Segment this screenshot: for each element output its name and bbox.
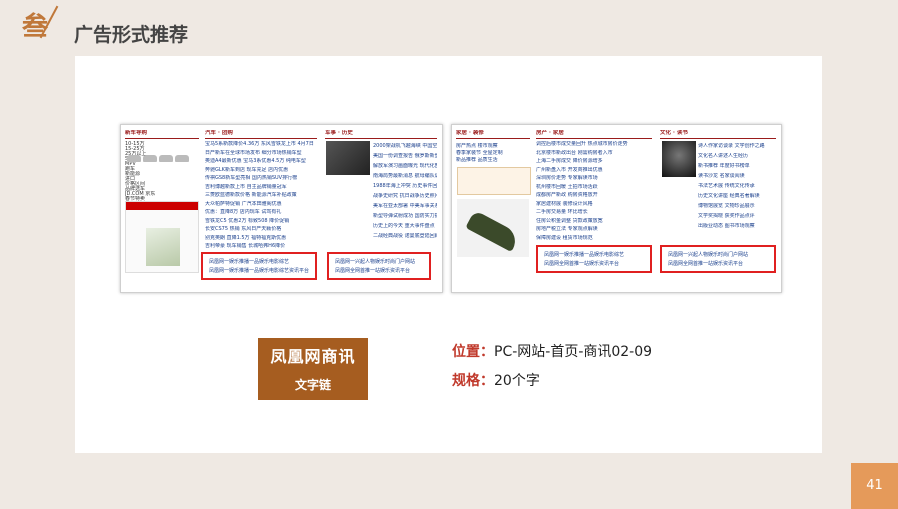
position-label: 位置： bbox=[452, 344, 494, 360]
col1-heading: 家居 · 装修 bbox=[456, 130, 484, 136]
spec-label: 规格： bbox=[452, 373, 494, 389]
col2-divider bbox=[205, 138, 317, 139]
news-headline-link[interactable]: 传祺GS8新车型亮相 国内热销SUV排行榜 bbox=[205, 175, 317, 182]
col3-heading: 军事 · 历史 bbox=[325, 130, 353, 136]
news-headline-link[interactable]: 书法艺术展 传统文化传承 bbox=[698, 183, 776, 190]
news-headline-link[interactable]: 读书沙龙 名家谈阅读 bbox=[698, 173, 776, 180]
ad-highlight-box: 凤凰网一娱乐推播一品娱乐电影综艺 凤凰网一娱乐推播一品娱乐电影综艺资讯平台 bbox=[201, 252, 317, 280]
col3-heading: 文化 · 读书 bbox=[660, 130, 688, 136]
slide-header: 叁 广告形式推荐 bbox=[0, 0, 898, 48]
news-headline-link[interactable]: 深圳房价走势 专家解读市场 bbox=[536, 175, 652, 182]
col1-divider bbox=[456, 138, 530, 139]
news-thumbnail bbox=[326, 141, 370, 175]
news-headline-link[interactable]: 三菱欧蓝德新款价格 新能源汽车补贴政策 bbox=[205, 192, 317, 199]
car-icon bbox=[127, 155, 141, 162]
website-screenshot-right: 家居 · 装修 房产热点 楼市观察 春季家装节 全屋定制 新品推荐 品质生活 房产 … bbox=[451, 124, 782, 293]
news-headline-link[interactable]: 博物馆展览 文物珍品展示 bbox=[698, 203, 776, 210]
car-icon bbox=[143, 155, 157, 162]
news-headline-link[interactable]: 家居建材展 装修设计风格 bbox=[536, 201, 652, 208]
news-headline-link[interactable]: 新型导弹试射成功 国防实力提升 bbox=[373, 213, 437, 220]
col2-divider bbox=[536, 138, 652, 139]
ad-highlight-box: 凤凰网一娱乐推播一品娱乐电影综艺 凤凰网全网首推一站娱乐资讯平台 bbox=[536, 245, 652, 273]
news-headline-link[interactable]: 南海局势最新消息 航母编队训练 bbox=[373, 173, 437, 180]
news-headline-link[interactable]: 新书推荐 年度好书榜单 bbox=[698, 163, 776, 170]
content-panel: 新车导购 10-15万15-25万25万以上SUVMPV跑车新能源进口价格区间品… bbox=[75, 56, 822, 453]
spec-value: 20个字 bbox=[494, 373, 540, 389]
news-headline-link[interactable]: 诗人作家访谈录 文学创作之路 bbox=[698, 143, 776, 150]
col3-divider bbox=[660, 138, 776, 139]
news-headline-link[interactable]: 出版业动态 图书市场观察 bbox=[698, 223, 776, 230]
page-number: 41 bbox=[851, 463, 898, 509]
section-title: 广告形式推荐 bbox=[74, 24, 189, 46]
news-headline-link[interactable]: 二手房交易量 环比增长 bbox=[536, 209, 652, 216]
news-headline-link[interactable]: 历史文化讲座 经典名著解读 bbox=[698, 193, 776, 200]
shoe-picture bbox=[465, 209, 521, 253]
news-headline-link[interactable]: 房产热点 楼市观察 bbox=[456, 143, 530, 150]
promo-image bbox=[125, 201, 199, 273]
position-value: PC-网站-首页-商讯02-09 bbox=[494, 344, 653, 360]
news-headline-link[interactable]: 别克英朗 直降1.5万 福特福克斯优惠 bbox=[205, 235, 317, 242]
news-headline-link[interactable]: 上海二手房成交 降价房源增多 bbox=[536, 158, 652, 165]
ad-text-link[interactable]: 凤凰网一兴起人物娱乐时尚门户网站 bbox=[668, 251, 748, 258]
news-headline-link[interactable]: 长安CS75 热销 东风日产天籁价格 bbox=[205, 226, 317, 233]
ad-text-link[interactable]: 凤凰网一娱乐推播一品娱乐电影综艺资讯平台 bbox=[209, 267, 309, 274]
jd-banner bbox=[126, 202, 198, 210]
news-headline-link[interactable]: 雪铁龙C5 优惠2万 标致508 降价促销 bbox=[205, 218, 317, 225]
ad-text-link[interactable]: 凤凰网一娱乐推播一品娱乐电影综艺 bbox=[209, 258, 289, 265]
position-info: 位置：PC-网站-首页-商讯02-09 bbox=[452, 341, 652, 361]
news-headline-link[interactable]: 2000架战机飞越海峡 中国空军展示实力 bbox=[373, 143, 437, 150]
car-icon bbox=[159, 155, 173, 162]
news-headline-link[interactable]: 保障房建设 租赁市场规范 bbox=[536, 235, 652, 242]
product-image bbox=[457, 199, 529, 257]
news-headline-link[interactable]: 1988年海上冲突 历史事件回顾 bbox=[373, 183, 437, 190]
news-headline-link[interactable]: 宝马5系新款降价4.36万 东风雪铁龙上市 4月7日 bbox=[205, 141, 317, 148]
badge-title: 凤凰网商讯 bbox=[270, 347, 356, 366]
news-headline-link[interactable]: 广州新盘入市 开发商推出优惠 bbox=[536, 167, 652, 174]
car-icon bbox=[175, 155, 189, 162]
col3-divider bbox=[325, 138, 437, 139]
news-headline-link[interactable]: 文学奖揭晓 获奖作品点评 bbox=[698, 213, 776, 220]
news-headline-link[interactable]: 解放军演习画面曝光 现代化部队建设 bbox=[373, 163, 437, 170]
news-headline-link[interactable]: 成都房产新政 购房资格放开 bbox=[536, 192, 652, 199]
news-headline-link[interactable]: 战争史研究 抗日战争历史照片 bbox=[373, 193, 437, 200]
news-headline-link[interactable]: 住房公积金调整 贷款政策放宽 bbox=[536, 218, 652, 225]
promo-banner bbox=[457, 167, 531, 195]
section-number: 叁 bbox=[22, 12, 49, 42]
news-headline-link[interactable]: 奔驰GLK新车到店 现车充足 店内优惠 bbox=[205, 167, 317, 174]
ad-text-link[interactable]: 凤凰网全网首推一站娱乐资讯平台 bbox=[335, 267, 410, 274]
author-portrait bbox=[662, 141, 696, 177]
ad-text-link[interactable]: 凤凰网一兴起人物娱乐时尚门户网站 bbox=[335, 258, 415, 265]
news-headline-link[interactable]: 春季家装节 全屋定制 bbox=[456, 150, 530, 157]
ifeng-ad-badge: 凤凰网商讯 文字链 bbox=[258, 338, 368, 400]
news-headline-link[interactable]: 美军在亚太部署 中美军事关系 bbox=[373, 203, 437, 210]
spec-info: 规格：20个字 bbox=[452, 370, 540, 390]
news-headline-link[interactable]: 二战经典战役 诺曼底登陆回顾 bbox=[373, 233, 437, 240]
news-headline-link[interactable]: 日产新车在全球市场发布 细分市场热销车型 bbox=[205, 150, 317, 157]
news-headline-link[interactable]: 文化名人讲述人生经历 bbox=[698, 153, 776, 160]
news-headline-link[interactable]: 美国一份调查报告 俄罗斯新型战机 bbox=[373, 153, 437, 160]
news-headline-link[interactable]: 杭州楼市回暖 土拍市场活跃 bbox=[536, 184, 652, 191]
ad-highlight-box: 凤凰网一兴起人物娱乐时尚门户网站 凤凰网全网首推一站娱乐资讯平台 bbox=[327, 252, 431, 280]
promo-picture bbox=[146, 228, 180, 266]
website-screenshot-left: 新车导购 10-15万15-25万25万以上SUVMPV跑车新能源进口价格区间品… bbox=[120, 124, 443, 293]
news-headline-link[interactable]: 历史上的今天 重大事件盘点 bbox=[373, 223, 437, 230]
ad-highlight-box: 凤凰网一兴起人物娱乐时尚门户网站 凤凰网全网首推一站娱乐资讯平台 bbox=[660, 245, 776, 273]
news-headline-link[interactable]: 吉利帝豪 现车销售 长城哈弗H6降价 bbox=[205, 243, 317, 250]
col1-divider bbox=[125, 138, 199, 139]
news-headline-link[interactable]: 新品推荐 品质生活 bbox=[456, 157, 530, 164]
ad-text-link[interactable]: 凤凰网全网首推一站娱乐资讯平台 bbox=[668, 260, 743, 267]
ad-text-link[interactable]: 凤凰网一娱乐推播一品娱乐电影综艺 bbox=[544, 251, 624, 258]
col1-heading: 新车导购 bbox=[125, 130, 148, 136]
news-headline-link[interactable]: 吉利博越新款上市 自主品牌销量冠军 bbox=[205, 184, 317, 191]
news-headline-link[interactable]: 房地产税立法 专家观点解读 bbox=[536, 226, 652, 233]
news-headline-link[interactable]: 大众帕萨特促销 广汽本田雅阁优惠 bbox=[205, 201, 317, 208]
news-headline-link[interactable]: 调控后楼市成交量回升 热点城市房价走势 bbox=[536, 141, 652, 148]
ad-text-link[interactable]: 凤凰网全网首推一站娱乐资讯平台 bbox=[544, 260, 619, 267]
col2-heading: 房产 · 家居 bbox=[536, 130, 564, 136]
col2-heading: 汽车 · 团购 bbox=[205, 130, 233, 136]
news-headline-link[interactable]: 奥迪A4最新优惠 宝马3系优惠4.5万 纯电车型 bbox=[205, 158, 317, 165]
news-headline-link[interactable]: 北京楼市新政出台 刚需购房者入市 bbox=[536, 150, 652, 157]
news-headline-link[interactable]: 优惠：直降8万 店内现车 试驾有礼 bbox=[205, 209, 317, 216]
badge-subtitle: 文字链 bbox=[294, 378, 331, 392]
